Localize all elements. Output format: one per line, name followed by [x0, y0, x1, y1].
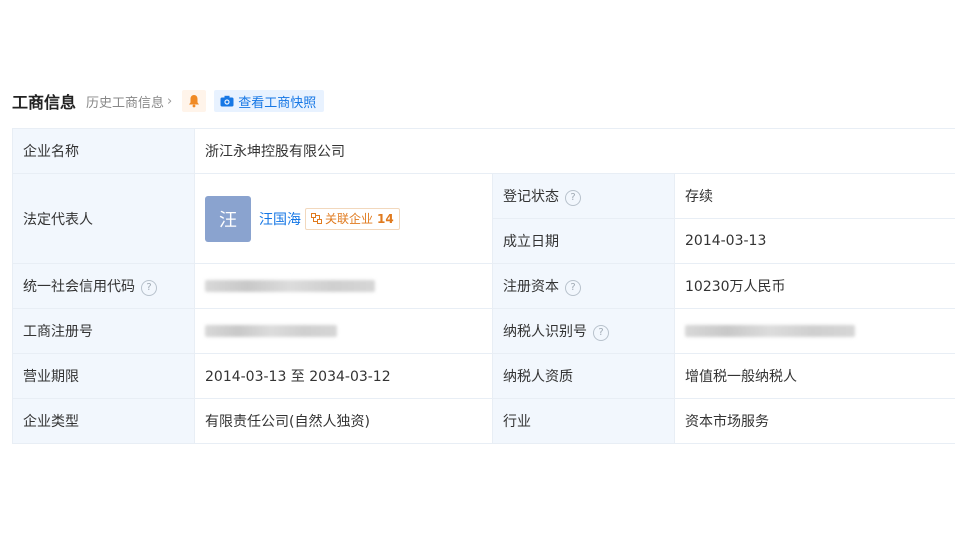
industry-label: 行业	[492, 398, 675, 444]
related-companies-count: 14	[377, 211, 394, 226]
taxpayer-id-label: 纳税人识别号	[503, 324, 587, 340]
chevron-right-icon: ›	[167, 93, 173, 109]
table-row: 企业类型 有限责任公司(自然人独资) 行业 资本市场服务	[12, 398, 955, 444]
legal-rep-cell: 汪 汪国海 关联企业 14	[194, 173, 493, 264]
section-header: 工商信息 历史工商信息 › 查看工商快照	[12, 88, 325, 114]
table-row: 企业名称 浙江永坤控股有限公司	[12, 128, 955, 174]
biz-term-label: 营业期限	[12, 353, 195, 399]
taxpayer-id-label-cell: 纳税人识别号?	[492, 308, 675, 354]
legal-rep-name-link[interactable]: 汪国海	[259, 209, 301, 229]
avatar[interactable]: 汪	[205, 195, 251, 242]
company-name-value: 浙江永坤控股有限公司	[193, 128, 955, 174]
reg-capital-label: 注册资本	[503, 279, 559, 295]
reg-status-label: 登记状态	[503, 189, 559, 205]
company-type-label: 企业类型	[12, 398, 195, 444]
redacted-value	[205, 325, 337, 337]
help-icon[interactable]: ?	[593, 325, 609, 341]
camera-icon	[220, 95, 234, 107]
related-companies-label: 关联企业	[325, 212, 374, 226]
taxpayer-qual-value: 增值税一般纳税人	[673, 353, 955, 399]
monitor-bell-button[interactable]	[182, 90, 207, 112]
credit-code-label: 统一社会信用代码	[23, 279, 135, 295]
company-type-value: 有限责任公司(自然人独资)	[194, 398, 493, 444]
business-info-table: 企业名称 浙江永坤控股有限公司 法定代表人 汪 汪国海 关联企业 14 登记状态…	[12, 128, 955, 444]
table-row: 工商注册号 纳税人识别号?	[12, 308, 955, 354]
section-title: 工商信息	[12, 93, 77, 112]
table-row: 法定代表人 汪 汪国海 关联企业 14 登记状态? 存续	[12, 173, 955, 264]
taxpayer-id-value	[673, 308, 955, 354]
industry-value: 资本市场服务	[673, 398, 955, 444]
company-name-label: 企业名称	[12, 128, 195, 174]
established-label: 成立日期	[492, 218, 675, 264]
biz-reg-no-value	[194, 308, 493, 354]
biz-reg-no-label: 工商注册号	[12, 308, 195, 354]
redacted-value	[205, 280, 375, 292]
help-icon[interactable]: ?	[565, 190, 581, 206]
biz-term-value: 2014-03-13 至 2034-03-12	[194, 353, 493, 399]
view-snapshot-button[interactable]: 查看工商快照	[214, 90, 325, 112]
table-row: 统一社会信用代码? 注册资本? 10230万人民币	[12, 263, 955, 309]
reg-capital-label-cell: 注册资本?	[492, 263, 675, 309]
history-info-label: 历史工商信息	[86, 95, 165, 111]
table-row: 营业期限 2014-03-13 至 2034-03-12 纳税人资质 增值税一般…	[12, 353, 955, 399]
help-icon[interactable]: ?	[141, 280, 157, 296]
reg-status-label-cell: 登记状态?	[492, 173, 675, 219]
network-icon	[311, 213, 322, 224]
reg-capital-value: 10230万人民币	[673, 263, 955, 309]
credit-code-label-cell: 统一社会信用代码?	[12, 263, 195, 309]
established-value: 2014-03-13	[673, 218, 955, 264]
redacted-value	[685, 325, 855, 337]
legal-rep-label: 法定代表人	[12, 173, 195, 264]
credit-code-value	[194, 263, 493, 309]
help-icon[interactable]: ?	[565, 280, 581, 296]
taxpayer-qual-label: 纳税人资质	[492, 353, 675, 399]
reg-status-value: 存续	[673, 173, 955, 219]
view-snapshot-label: 查看工商快照	[238, 95, 317, 111]
bell-icon	[189, 95, 200, 108]
history-info-link[interactable]: 历史工商信息 ›	[86, 92, 172, 111]
related-companies-badge[interactable]: 关联企业 14	[305, 207, 400, 230]
